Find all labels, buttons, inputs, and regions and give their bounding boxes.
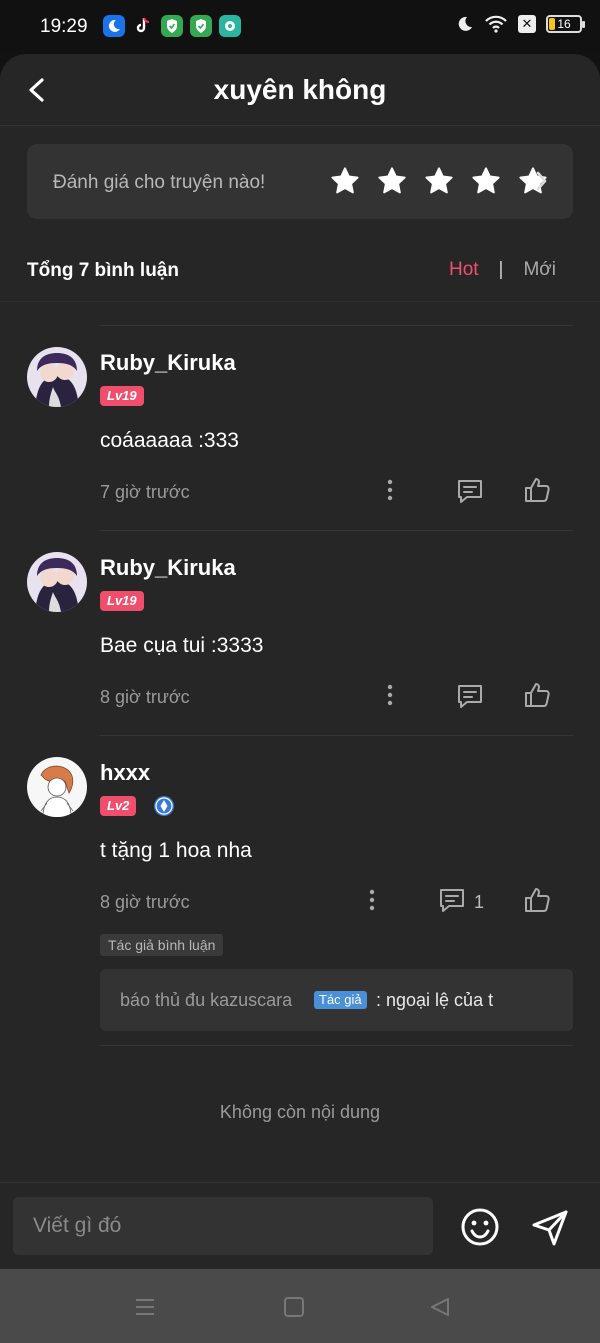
author-badge: Tác giả: [314, 991, 367, 1009]
rating-label: Đánh giá cho truyện nào!: [53, 172, 266, 193]
star-icon[interactable]: [376, 165, 408, 197]
username[interactable]: hxxx: [100, 760, 150, 786]
rating-prompt[interactable]: Đánh giá cho truyện nào!: [27, 144, 573, 219]
shield-app-icon: [190, 15, 212, 37]
star-icon[interactable]: [470, 165, 502, 197]
reply-icon[interactable]: [455, 477, 485, 505]
battery-icon: 16: [546, 15, 585, 33]
comment-input-bar: [0, 1182, 600, 1269]
tiktok-icon: [132, 15, 154, 37]
reply-preview[interactable]: báo thủ đu kazuscara Tác giả : ngoại lệ …: [100, 969, 573, 1031]
sort-separator: |: [498, 259, 504, 280]
avatar[interactable]: [27, 347, 87, 407]
page-title: xuyên không: [213, 74, 387, 105]
battery-level: 16: [557, 17, 571, 31]
shield-app-icon: [161, 15, 183, 37]
level-badge: Lv19: [100, 386, 144, 406]
sort-tabs: Hot | Mới: [449, 259, 556, 281]
tab-new[interactable]: Mới: [523, 259, 556, 281]
divider: [100, 325, 573, 326]
reply-icon[interactable]: [437, 886, 467, 914]
username[interactable]: Ruby_Kiruka: [100, 555, 236, 581]
comment-time: 8 giờ trước: [100, 687, 190, 707]
chat-app-icon: [219, 15, 241, 37]
system-nav-bar: [0, 1269, 600, 1343]
moon-app-icon: [103, 15, 125, 37]
reply-count: 1: [474, 892, 485, 912]
moon-icon: [458, 16, 472, 31]
comment-total: Tổng 7 bình luận: [27, 260, 179, 281]
like-icon[interactable]: [522, 475, 552, 505]
comment-text: Bae cụa tui :3333: [100, 634, 264, 657]
status-time: 19:29: [40, 16, 88, 37]
chevron-right-icon: [536, 171, 547, 191]
more-options-icon[interactable]: [386, 683, 394, 707]
status-bar: 19:29 ✕ 16: [0, 0, 600, 54]
no-sim-icon: ✕: [518, 15, 536, 33]
divider: [100, 735, 573, 736]
menu-icon[interactable]: [133, 1295, 157, 1319]
rating-stars: [329, 165, 549, 197]
reply-text: : ngoại lệ của t: [376, 990, 494, 1010]
comment-text: coáaaaaa :333: [100, 429, 239, 452]
divider: [100, 1045, 573, 1046]
wifi-icon: [485, 15, 507, 33]
comment-input[interactable]: [13, 1197, 433, 1255]
level-badge: Lv19: [100, 591, 144, 611]
status-right-icons: ✕ 16: [456, 15, 585, 33]
header: xuyên không: [0, 54, 600, 126]
level-badge: Lv2: [100, 796, 137, 816]
star-icon[interactable]: [329, 165, 361, 197]
reply-username[interactable]: báo thủ đu kazuscara: [120, 990, 292, 1011]
like-icon[interactable]: [522, 680, 552, 710]
back-triangle-icon[interactable]: [428, 1295, 452, 1319]
divider: [100, 530, 573, 531]
reply-icon[interactable]: [455, 682, 485, 710]
send-icon[interactable]: [530, 1207, 570, 1247]
comment-text: t tặng 1 hoa nha: [100, 839, 252, 862]
avatar[interactable]: [27, 552, 87, 612]
status-app-icons: [103, 15, 241, 37]
comments-sheet: xuyên không Đánh giá cho truyện nào! Tổn…: [0, 54, 600, 1269]
more-options-icon[interactable]: [368, 888, 376, 912]
tab-hot[interactable]: Hot: [449, 259, 479, 281]
vip-diamond-icon: [154, 796, 174, 816]
username[interactable]: Ruby_Kiruka: [100, 350, 236, 376]
home-square-icon[interactable]: [282, 1295, 306, 1319]
no-more-content: Không còn nội dung: [219, 1102, 381, 1122]
author-comment-tag: Tác giả bình luận: [100, 934, 224, 956]
like-icon[interactable]: [522, 885, 552, 915]
more-options-icon[interactable]: [386, 478, 394, 502]
comment-time: 8 giờ trước: [100, 892, 190, 912]
avatar[interactable]: [27, 757, 87, 817]
star-icon[interactable]: [423, 165, 455, 197]
emoji-icon[interactable]: [460, 1207, 500, 1247]
comment-time: 7 giờ trước: [100, 482, 190, 502]
divider: [0, 301, 600, 302]
